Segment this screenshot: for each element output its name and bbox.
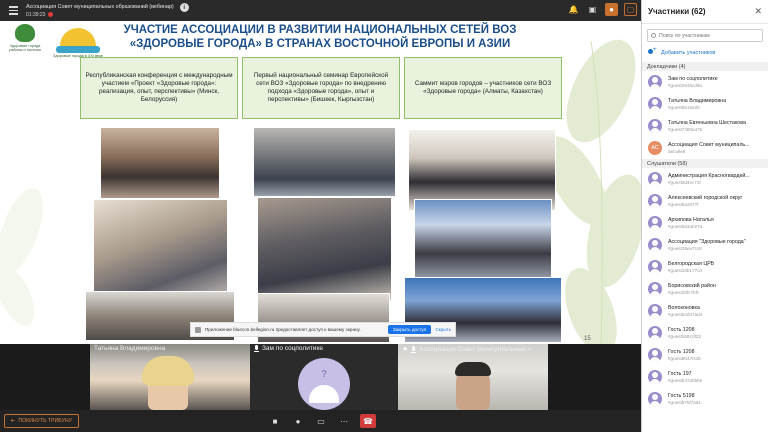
list-item[interactable]: Ассоциация "Здоровые города" #guest35ea7c… bbox=[642, 234, 768, 256]
close-icon[interactable]: ✕ bbox=[754, 6, 762, 17]
speakers-section-header: Докладчики (4) bbox=[642, 62, 768, 71]
chat-icon[interactable]: ▣ bbox=[586, 3, 599, 16]
avatar bbox=[648, 326, 662, 340]
list-item[interactable]: Зам по соцполитике #guest2946cd9a bbox=[642, 71, 768, 93]
avatar bbox=[648, 194, 662, 208]
add-participants-label: Добавить участников bbox=[661, 49, 716, 56]
slide-number: 15 bbox=[584, 336, 591, 342]
listeners-list: Администрация Красногвардей... #guest5d4e… bbox=[642, 168, 768, 410]
leave-stage-button[interactable]: ⇤ ПОКИНУТЬ ТРИБУНУ bbox=[4, 414, 79, 428]
list-item[interactable]: Волоконовка #guest62d37ad4 bbox=[642, 300, 768, 322]
leaf-decoration-left bbox=[0, 188, 43, 326]
list-item[interactable]: Архипова Наталья #guest5a3a027a bbox=[642, 212, 768, 234]
search-icon bbox=[651, 33, 656, 38]
hang-up-icon[interactable]: ☎ bbox=[360, 414, 376, 428]
participants-icon[interactable]: ● bbox=[605, 3, 618, 16]
recording-row: 01:39:23 bbox=[26, 12, 174, 18]
list-item[interactable]: Гость 1208 #guestb5810f23 bbox=[642, 322, 768, 344]
avatar: ? bbox=[298, 358, 350, 410]
speakers-list: Зам по соцполитике #guest2946cd9a Татьяна… bbox=[642, 71, 768, 159]
video-name-3: Ассоциация Совет муниципальных о bbox=[419, 345, 531, 353]
window-title: Ассоциация Совет муниципальных образован… bbox=[26, 3, 174, 10]
notification-bell-icon[interactable]: 🔔 bbox=[567, 3, 580, 16]
title-block: Ассоциация Совет муниципальных образован… bbox=[26, 4, 174, 18]
video-tile-2[interactable]: Зам по соцполитике ? bbox=[250, 344, 398, 410]
avatar bbox=[648, 348, 662, 362]
speaker-hair bbox=[455, 362, 491, 376]
video-strip: Татьяна Владимировна Зам по соцполитике … bbox=[0, 344, 641, 410]
avatar bbox=[648, 282, 662, 296]
avatar bbox=[648, 172, 662, 186]
exit-icon: ⇤ bbox=[11, 418, 16, 424]
more-options-icon[interactable]: ⋯ bbox=[337, 414, 351, 428]
video-name-2: Зам по соцполитике bbox=[262, 345, 323, 352]
video-tile-1[interactable]: Татьяна Владимировна bbox=[90, 344, 250, 410]
list-item[interactable]: Татьяна Евгеньевна Шестакова #guest7480a4… bbox=[642, 115, 768, 137]
video-tile-3[interactable]: ★ Ассоциация Совет муниципальных о bbox=[398, 344, 548, 410]
add-participants-button[interactable]: Добавить участников bbox=[648, 47, 762, 56]
recording-icon bbox=[48, 12, 54, 17]
event-card-almaty: Саммит мэров городов – участников сети В… bbox=[404, 57, 562, 119]
timer: 01:39:23 bbox=[26, 11, 46, 18]
list-item[interactable]: Гость 1208 #guest8b47f42b bbox=[642, 344, 768, 366]
add-user-icon bbox=[648, 47, 657, 56]
screen-share-icon bbox=[195, 326, 201, 333]
webinar-app: Ассоциация Совет муниципальных образован… bbox=[0, 0, 768, 432]
healthy-cities-logo: Здоровые города районы и поселки bbox=[4, 24, 46, 66]
avatar bbox=[648, 119, 662, 133]
leave-stage-label: ПОКИНУТЬ ТРИБУНУ bbox=[18, 418, 72, 424]
screen-share-button-icon[interactable]: ▭ bbox=[314, 414, 328, 428]
participants-panel: Участники (62) ✕ Добавить участников Док… bbox=[641, 0, 768, 432]
notification-text: Приложение bluecon.bellegion.ru предоста… bbox=[205, 327, 361, 332]
top-bar: Ассоциация Совет муниципальных образован… bbox=[0, 0, 641, 21]
slide-title: Участие Ассоциации в развитии национальн… bbox=[123, 24, 517, 51]
photo-bishkek-1 bbox=[253, 127, 396, 197]
list-item[interactable]: Татьяна Владимировна #guest6515e2b bbox=[642, 93, 768, 115]
search-input[interactable] bbox=[659, 32, 754, 39]
star-icon: ★ bbox=[658, 141, 662, 146]
list-item[interactable]: АС ★ Ассоциация Совет муниципаль... автойе… bbox=[642, 137, 768, 159]
event-card-minsk: Республиканская конференция с международ… bbox=[80, 57, 238, 119]
list-item[interactable]: Белгородская ЦРБ #guest18b177cd bbox=[642, 256, 768, 278]
stop-sharing-button[interactable]: Закрыть доступ bbox=[387, 325, 432, 334]
microphone-icon[interactable]: ● bbox=[291, 414, 305, 428]
photo-almaty-2 bbox=[414, 199, 552, 283]
list-item[interactable]: Администрация Красногвардей... #guest5d4e… bbox=[642, 168, 768, 190]
call-controls: ■ ● ▭ ⋯ ☎ bbox=[268, 414, 376, 428]
camera-icon[interactable]: ■ bbox=[268, 414, 282, 428]
avatar bbox=[648, 260, 662, 274]
avatar bbox=[648, 370, 662, 384]
top-right-controls: 🔔 ▣ ● ▢ bbox=[567, 3, 637, 16]
avatar: АС ★ bbox=[648, 141, 662, 155]
presentation-slide: Здоровые города районы и поселки Здоровы… bbox=[0, 21, 641, 351]
star-icon: ★ bbox=[402, 346, 409, 353]
photo-bishkek-2 bbox=[257, 197, 392, 301]
panel-header: Участники (62) ✕ bbox=[642, 0, 768, 24]
avatar bbox=[648, 97, 662, 111]
photo-minsk-1 bbox=[100, 127, 220, 199]
speaker-hair bbox=[142, 356, 194, 386]
fullscreen-icon[interactable]: ▢ bbox=[624, 3, 637, 16]
panel-title: Участники (62) bbox=[648, 7, 706, 16]
info-icon[interactable]: i bbox=[179, 3, 189, 12]
listeners-section-header: Слушатели (58) bbox=[642, 159, 768, 168]
avatar bbox=[648, 304, 662, 318]
avatar bbox=[648, 392, 662, 406]
list-item[interactable]: Гость 197 #guestb47a0bbe bbox=[642, 366, 768, 388]
avatar bbox=[648, 216, 662, 230]
list-item[interactable]: Гость 5198 #guestb75f7a61 bbox=[642, 388, 768, 410]
video-name-1: Татьяна Владимировна bbox=[94, 345, 166, 352]
list-item[interactable]: Борисовский район #guest26fc7bfc bbox=[642, 278, 768, 300]
menu-icon[interactable] bbox=[4, 0, 22, 21]
hide-notification-button[interactable]: Скрыть bbox=[435, 327, 451, 332]
mic-icon bbox=[254, 345, 259, 352]
avatar bbox=[648, 238, 662, 252]
participant-search bbox=[647, 29, 763, 42]
avatar bbox=[648, 75, 662, 89]
event-card-bishkek: Первый национальный семинар Европейской … bbox=[242, 57, 400, 119]
list-item[interactable]: Алексеевский городской округ #guest6a2077… bbox=[642, 190, 768, 212]
mic-icon bbox=[411, 345, 417, 353]
screen-share-notification: Приложение bluecon.bellegion.ru предоста… bbox=[190, 322, 456, 337]
bottom-bar: ⇤ ПОКИНУТЬ ТРИБУНУ ■ ● ▭ ⋯ ☎ bbox=[0, 410, 641, 432]
